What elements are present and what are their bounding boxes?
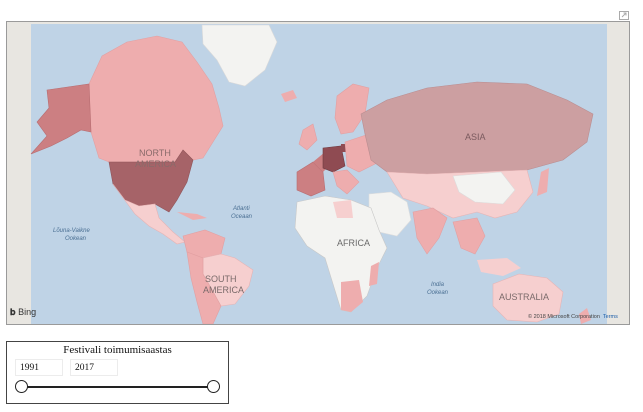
map-terms-link[interactable]: Terms (603, 314, 618, 320)
label-australia: AUSTRALIA (499, 292, 549, 302)
world-map[interactable]: NORTH AMERICA SOUTH AMERICA AFRICA ASIA … (7, 22, 630, 325)
slicer-from-input[interactable]: 1991 (15, 359, 63, 376)
map-credit: © 2018 Microsoft Corporation Terms (528, 314, 618, 320)
label-south-america: AMERICA (203, 285, 244, 295)
label-indian-1: India (431, 282, 445, 288)
label-north-america: AMERICA (135, 159, 176, 169)
label-indian-2: Ookean (427, 290, 449, 296)
focus-mode-icon[interactable] (619, 11, 629, 20)
label-asia: ASIA (465, 132, 486, 142)
bing-logo: 𝐛 Bing (10, 307, 36, 318)
map-left-panel (7, 22, 31, 324)
label-north: NORTH (139, 148, 171, 158)
slicer-to-input[interactable]: 2017 (70, 359, 118, 376)
slider-handle-start[interactable] (15, 380, 28, 393)
label-atlantic-1: Atlanti (232, 206, 250, 212)
slider-handle-end[interactable] (207, 380, 220, 393)
map-right-panel (607, 22, 629, 324)
map-visual[interactable]: NORTH AMERICA SOUTH AMERICA AFRICA ASIA … (6, 21, 630, 325)
label-africa: AFRICA (337, 238, 370, 248)
label-atlantic-2: Oceaan (231, 214, 253, 220)
label-pacific-1: Lõuna-Vaikne (53, 228, 90, 234)
slider-track[interactable] (22, 386, 214, 388)
bing-b-icon: 𝐛 (10, 307, 16, 317)
slicer-title: Festivali toimumisaastas (63, 344, 172, 356)
label-south: SOUTH (205, 274, 237, 284)
map-copyright: © 2018 Microsoft Corporation (528, 314, 600, 320)
label-pacific-2: Ookean (65, 236, 87, 242)
bing-label: Bing (18, 307, 37, 317)
year-slicer: Festivali toimumisaastas 1991 2017 (6, 341, 229, 404)
